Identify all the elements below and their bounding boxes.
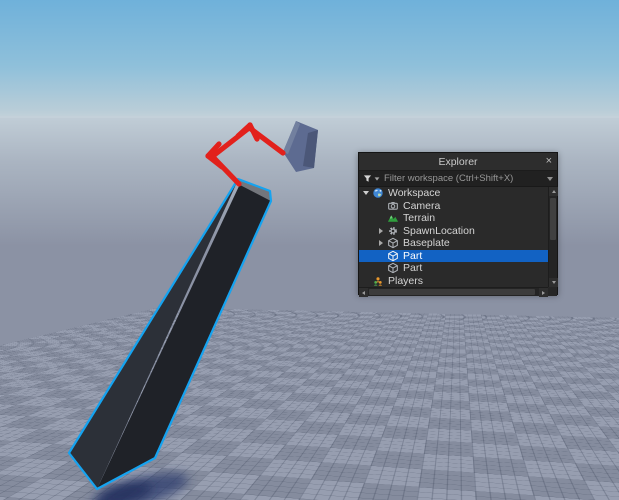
expand-collapse-icon[interactable] [361, 191, 371, 195]
camera-icon [386, 199, 400, 212]
scrollbar-corner [548, 287, 557, 296]
scroll-left-icon[interactable] [359, 288, 368, 297]
filter-workspace-input[interactable]: Filter workspace (Ctrl+Shift+X) [359, 171, 557, 187]
tree-item-label: Workspace [388, 187, 440, 199]
explorer-tree: Workspace Camera Terrain SpawnLocation B… [359, 187, 548, 287]
small-cube[interactable] [283, 121, 318, 172]
explorer-panel: Explorer × Filter workspace (Ctrl+Shift+… [358, 152, 558, 295]
part-cube-icon [386, 262, 400, 275]
roblox-studio-viewport: Explorer × Filter workspace (Ctrl+Shift+… [0, 0, 619, 500]
horizontal-scroll-thumb[interactable] [369, 289, 535, 295]
scroll-up-icon[interactable] [549, 187, 558, 196]
tree-item-label: SpawnLocation [403, 225, 475, 237]
tree-item-label: Part [403, 250, 422, 262]
vertical-scrollbar[interactable] [548, 187, 557, 287]
explorer-titlebar[interactable]: Explorer × [359, 153, 557, 171]
panel-title: Explorer [438, 156, 477, 168]
spawnlocation-gear-icon [386, 224, 400, 237]
filter-options-caret-icon[interactable] [375, 177, 380, 180]
filter-funnel-icon[interactable] [363, 174, 372, 183]
close-icon[interactable]: × [546, 154, 552, 169]
scroll-right-icon[interactable] [539, 288, 548, 297]
tree-item-label: Terrain [403, 212, 435, 224]
horizontal-scrollbar[interactable] [359, 287, 557, 296]
tree-item-terrain[interactable]: Terrain [359, 212, 548, 225]
tree-item-label: Part [403, 262, 422, 274]
expand-collapse-icon[interactable] [376, 240, 386, 246]
players-icon [371, 274, 385, 287]
red-arrow-annotation [208, 125, 283, 184]
tree-item-workspace[interactable]: Workspace [359, 187, 548, 200]
tree-item-label: Camera [403, 200, 440, 212]
tree-item-part[interactable]: Part [359, 262, 548, 275]
tree-item-players[interactable]: Players [359, 275, 548, 288]
filter-placeholder: Filter workspace (Ctrl+Shift+X) [384, 173, 513, 184]
tree-item-label: Players [388, 275, 423, 287]
terrain-icon [386, 212, 400, 225]
tree-item-label: Baseplate [403, 237, 450, 249]
workspace-globe-icon [371, 187, 385, 200]
tree-item-baseplate[interactable]: Baseplate [359, 237, 548, 250]
tree-item-spawnlocation[interactable]: SpawnLocation [359, 225, 548, 238]
tree-item-camera[interactable]: Camera [359, 200, 548, 213]
tree-item-part-selected[interactable]: Part [359, 250, 548, 263]
selected-part[interactable] [69, 179, 271, 489]
scroll-down-icon[interactable] [549, 278, 558, 287]
filter-dropdown-icon[interactable] [547, 177, 553, 181]
part-cube-icon [386, 249, 400, 262]
expand-collapse-icon[interactable] [376, 228, 386, 234]
vertical-scroll-thumb[interactable] [550, 198, 556, 240]
part-cube-icon [386, 237, 400, 250]
